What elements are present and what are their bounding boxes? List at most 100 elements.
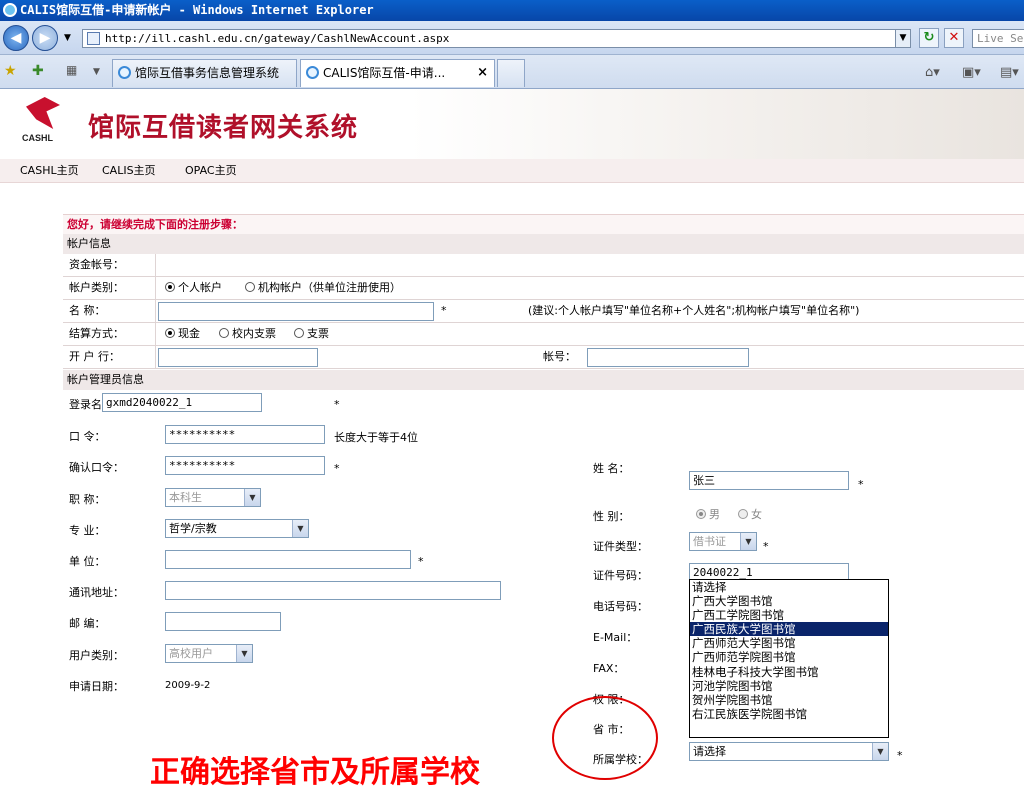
- form-prompt: 您好，请继续完成下面的注册步骤：: [63, 214, 1024, 234]
- radio-label: 支票: [307, 327, 329, 340]
- required-mark: *: [334, 398, 340, 411]
- select-value: 本科生: [169, 491, 202, 504]
- account-type-institution[interactable]: 机构帐户（供单位注册使用）: [245, 277, 401, 299]
- idtype-select[interactable]: 借书证 ▼: [689, 532, 757, 551]
- tab-ill-management[interactable]: 馆际互借事务信息管理系统: [112, 59, 297, 87]
- back-button[interactable]: ◀: [3, 25, 29, 51]
- radio-institution[interactable]: [245, 282, 255, 292]
- title-select[interactable]: 本科生 ▼: [165, 488, 261, 507]
- dropdown-option[interactable]: 河池学院图书馆: [690, 679, 888, 693]
- address-dropdown-icon[interactable]: ▼: [895, 29, 911, 48]
- usertype-select[interactable]: 高校用户 ▼: [165, 644, 253, 663]
- nav-cashl-home[interactable]: CASHL主页: [20, 159, 79, 183]
- major-select[interactable]: 哲学/宗教 ▼: [165, 519, 309, 538]
- page-icon: [87, 32, 100, 45]
- settle-check[interactable]: 支票: [294, 323, 329, 345]
- required-mark: *: [858, 478, 864, 491]
- forward-button[interactable]: ▶: [32, 25, 58, 51]
- chevron-down-icon: ▼: [740, 533, 756, 550]
- settle-campus-check[interactable]: 校内支票: [219, 323, 276, 345]
- radio-check[interactable]: [294, 328, 304, 338]
- row-settlement: 结算方式： 现金 校内支票 支票: [63, 323, 1024, 346]
- address-input[interactable]: [165, 581, 501, 600]
- row-account-type: 帐户类别： 个人帐户 机构帐户（供单位注册使用）: [63, 277, 1024, 300]
- feeds-icon[interactable]: ▣▾: [962, 65, 981, 80]
- name-input[interactable]: [158, 302, 434, 321]
- radio-label: 个人帐户: [178, 281, 222, 294]
- home-icon[interactable]: ⌂▾: [925, 65, 940, 80]
- dropdown-option[interactable]: 请选择: [690, 580, 888, 594]
- password-label: 口 令：: [69, 430, 106, 443]
- login-input[interactable]: gxmd2040022_1: [102, 393, 262, 412]
- unit-input[interactable]: [165, 550, 411, 569]
- confirm-input[interactable]: **********: [165, 456, 325, 475]
- dropdown-option[interactable]: 广西工学院图书馆: [690, 608, 888, 622]
- radio-label: 男: [709, 508, 720, 521]
- dropdown-option[interactable]: 广西师范大学图书馆: [690, 636, 888, 650]
- tab-list-icon[interactable]: ▼: [93, 67, 100, 77]
- radio-campus-check[interactable]: [219, 328, 229, 338]
- dropdown-option[interactable]: 贺州学院图书馆: [690, 693, 888, 707]
- print-icon[interactable]: ▤▾: [1000, 65, 1019, 80]
- required-mark: *: [441, 304, 447, 317]
- realname-input[interactable]: 张三: [689, 471, 849, 490]
- radio-personal[interactable]: [165, 282, 175, 292]
- dropdown-option[interactable]: 桂林电子科技大学图书馆: [690, 665, 888, 679]
- favorites-star-icon[interactable]: ★: [4, 63, 17, 79]
- required-mark: *: [334, 462, 340, 475]
- password-input[interactable]: **********: [165, 425, 325, 444]
- section-admin-info: 帐户管理员信息: [63, 370, 1024, 390]
- required-mark: *: [763, 540, 769, 553]
- annotation-text: 正确选择省市及所属学校: [150, 755, 480, 790]
- radio-cash[interactable]: [165, 328, 175, 338]
- window-title-bar: CALIS馆际互借-申请新帐户 - Windows Internet Explo…: [0, 0, 1024, 21]
- idtype-label: 证件类型：: [593, 540, 648, 553]
- bank-account-input[interactable]: [587, 348, 749, 367]
- realname-label: 姓 名：: [593, 462, 630, 475]
- nav-calis-home[interactable]: CALIS主页: [102, 159, 156, 183]
- select-value: 借书证: [693, 535, 726, 548]
- radio-label: 机构帐户（供单位注册使用）: [258, 281, 401, 294]
- system-title: 馆际互借读者网关系统: [88, 113, 359, 143]
- radio-male[interactable]: [696, 509, 706, 519]
- nav-opac-home[interactable]: OPAC主页: [185, 159, 237, 183]
- annotation-circle: [552, 696, 658, 780]
- school-dropdown-list: 请选择 广西大学图书馆 广西工学院图书馆 广西民族大学图书馆 广西师范大学图书馆…: [689, 579, 889, 738]
- logo-text: CASHL: [22, 133, 53, 143]
- gender-male[interactable]: 男: [696, 504, 720, 526]
- dropdown-option[interactable]: 广西大学图书馆: [690, 594, 888, 608]
- phone-label: 电话号码：: [593, 600, 648, 613]
- close-tab-icon[interactable]: ×: [477, 60, 488, 86]
- school-select[interactable]: 请选择 ▼: [689, 742, 889, 761]
- add-favorites-icon[interactable]: ✚: [32, 63, 44, 79]
- site-nav: CASHL主页 CALIS主页 OPAC主页: [0, 159, 1024, 183]
- email-label: E-Mail：: [593, 631, 638, 644]
- refresh-icon[interactable]: ↻: [919, 28, 939, 48]
- ie-page-icon: [118, 66, 131, 79]
- unit-label: 单 位：: [69, 555, 106, 568]
- name-label: 名 称：: [69, 304, 106, 317]
- dropdown-option[interactable]: 广西师范学院图书馆: [690, 650, 888, 664]
- tab-label: 馆际互借事务信息管理系统: [135, 66, 280, 80]
- stop-icon[interactable]: ✕: [944, 28, 964, 48]
- radio-label: 校内支票: [232, 327, 276, 340]
- quick-tabs-icon[interactable]: ▦: [66, 63, 77, 77]
- cashl-logo: CASHL: [14, 95, 72, 149]
- account-type-personal[interactable]: 个人帐户: [165, 277, 222, 299]
- row-name: 名 称： * (建议:个人帐户填写"单位名称+个人姓名";机构帐户填写"单位名称…: [63, 300, 1024, 323]
- settle-cash[interactable]: 现金: [165, 323, 200, 345]
- dropdown-option-selected[interactable]: 广西民族大学图书馆: [690, 622, 888, 637]
- new-tab-button[interactable]: [497, 59, 525, 87]
- tab-calis-apply[interactable]: CALIS馆际互借-申请... ×: [300, 59, 495, 87]
- zip-input[interactable]: [165, 612, 281, 631]
- history-dropdown-icon[interactable]: ▼: [64, 33, 71, 43]
- search-input[interactable]: Live Se: [972, 29, 1024, 48]
- radio-female[interactable]: [738, 509, 748, 519]
- bank-input[interactable]: [158, 348, 318, 367]
- account-type-label: 帐户类别：: [69, 281, 124, 294]
- gender-female[interactable]: 女: [738, 504, 762, 526]
- address-input[interactable]: http://ill.cashl.edu.cn/gateway/CashlNew…: [82, 29, 910, 48]
- dropdown-option[interactable]: 右江民族医学院图书馆: [690, 707, 888, 721]
- tab-label: CALIS馆际互借-申请...: [323, 66, 446, 80]
- date-label: 申请日期：: [69, 680, 124, 693]
